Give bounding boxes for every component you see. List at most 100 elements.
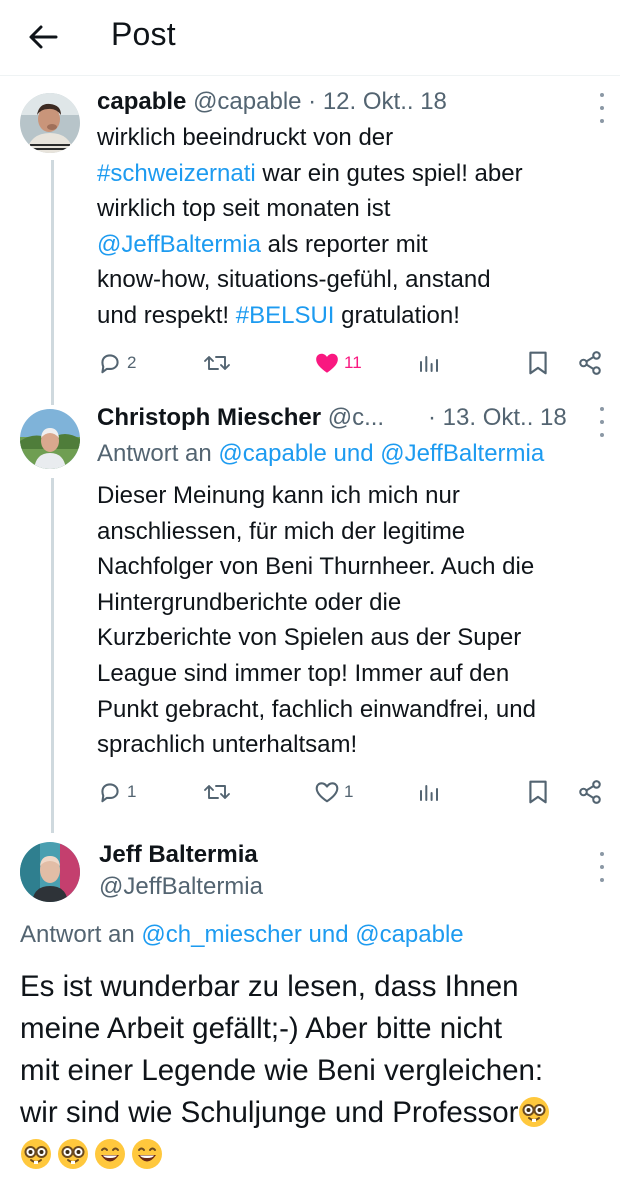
bookmark-button[interactable] [527, 776, 549, 808]
more-options-icon[interactable] [597, 93, 607, 123]
text-line: und respekt! #BELSUI gratulation! [97, 298, 612, 334]
tweet-date[interactable]: · 13. Okt.. 18 [428, 404, 567, 432]
text-segment: sprachlich unterhaltsam! [97, 731, 358, 759]
views-button[interactable] [417, 347, 441, 379]
text-segment: League sind immer top! Immer auf den [97, 659, 510, 687]
hashtag-link[interactable]: #BELSUI [236, 302, 335, 329]
reply-to-users[interactable]: @capable und @JeffBaltermia [218, 440, 544, 467]
tweet-header: capable @capable · 12. Okt.. 18 [97, 88, 447, 116]
bookmark-icon [529, 351, 547, 375]
user-handle[interactable]: @capable [193, 88, 301, 115]
tweet-date[interactable]: · 12. Okt.. 18 [308, 88, 447, 115]
heart-outline-icon [315, 782, 339, 803]
grinning-face-emoji [131, 1138, 163, 1170]
thread-line [51, 478, 54, 833]
text-line: Hintergrundberichte oder die [97, 585, 612, 621]
avatar[interactable] [20, 409, 80, 469]
main-tweet-text: Es ist wunderbar zu lesen, dass Ihnen me… [20, 966, 615, 1176]
text-segment: wirklich beeindruckt von der [97, 124, 394, 151]
nerd-face-emoji [57, 1138, 89, 1170]
text-segment: und respekt! [97, 301, 236, 329]
heart-filled-icon [316, 353, 338, 373]
text-segment: know-how, situations-gefühl, anstand [97, 266, 491, 294]
text-segment: Hintergrundberichte oder die [97, 588, 402, 616]
share-icon [579, 351, 601, 375]
text-segment: als reporter mit [260, 230, 428, 258]
text-segment: Dieser Meinung kann ich mich nur [97, 482, 460, 509]
text-segment: Nachfolger von Beni Thurnheer. Auch die [97, 553, 535, 581]
text-line: wirklich top seit monaten ist [97, 191, 612, 227]
reply-count: 2 [127, 353, 137, 372]
like-count: 1 [344, 782, 354, 801]
repost-icon [204, 785, 230, 799]
share-button[interactable] [577, 347, 603, 379]
repost-icon [204, 356, 230, 370]
grinning-face-emoji [94, 1138, 126, 1170]
display-name[interactable]: Christoph Miescher [97, 404, 321, 431]
text-line: wirklich beeindruckt von der [97, 120, 612, 156]
reply-icon [101, 783, 119, 803]
bar-chart-icon [420, 785, 438, 801]
reply-icon [101, 354, 119, 374]
reply-prefix: Antwort an [97, 440, 212, 467]
repost-button[interactable] [202, 776, 232, 808]
tweet-actions: 2 11 [97, 347, 607, 379]
tweet-text: Dieser Meinung kann ich mich nur anschlie… [97, 478, 612, 763]
tweet-actions: 1 1 [97, 776, 607, 808]
reply-button[interactable]: 1 [97, 776, 136, 808]
text-line: Punkt gebracht, fachlich einwandfrei, un… [97, 692, 612, 728]
top-bar: Post [0, 0, 620, 76]
display-name[interactable]: Jeff Baltermia [99, 841, 258, 869]
text-line: Dieser Meinung kann ich mich nur [97, 478, 612, 514]
more-options-icon[interactable] [597, 407, 607, 437]
user-handle[interactable]: @JeffBaltermia [99, 873, 263, 901]
text-line: wir sind wie Schuljunge und Professor [20, 1096, 519, 1129]
display-name[interactable]: capable [97, 88, 186, 115]
reply-prefix: Antwort an [20, 921, 135, 948]
text-line: meine Arbeit gefällt;-) Aber bitte nicht [20, 1012, 503, 1045]
avatar[interactable] [20, 93, 80, 153]
replying-to: Antwort an @ch_miescher und @capable [20, 921, 464, 949]
page-title: Post [111, 16, 176, 52]
bookmark-button[interactable] [527, 347, 549, 379]
reply-button[interactable]: 2 [97, 347, 136, 379]
views-button[interactable] [417, 776, 441, 808]
tweet-text: wirklich beeindruckt von der #schweizerna… [97, 120, 612, 334]
bookmark-icon [529, 780, 547, 804]
text-line: sprachlich unterhaltsam! [97, 727, 612, 763]
hashtag-link[interactable]: #schweizernati [97, 160, 256, 187]
text-line: #schweizernati war ein gutes spiel! aber [97, 156, 612, 192]
replying-to: Antwort an @capable und @JeffBaltermia [97, 440, 544, 468]
share-icon [579, 780, 601, 804]
repost-button[interactable] [202, 347, 232, 379]
more-options-icon[interactable] [597, 852, 607, 882]
thread-line [51, 160, 54, 405]
user-handle[interactable]: @c... [328, 404, 384, 431]
text-line: Es ist wunderbar zu lesen, dass Ihnen [20, 970, 519, 1003]
mention-link[interactable]: @JeffBaltermia [97, 231, 261, 258]
avatar[interactable] [20, 842, 80, 902]
text-line: Nachfolger von Beni Thurnheer. Auch die [97, 549, 612, 585]
like-count: 11 [344, 353, 362, 372]
text-line: @JeffBaltermia als reporter mit [97, 227, 612, 263]
nerd-face-emoji [20, 1138, 52, 1170]
arrow-left-icon [29, 25, 58, 49]
reply-to-users[interactable]: @ch_miescher und @capable [141, 921, 463, 948]
text-segment: gratulation! [334, 301, 460, 329]
like-button[interactable]: 1 [314, 776, 353, 808]
bar-chart-icon [420, 356, 438, 372]
text-line: League sind immer top! Immer auf den [97, 656, 612, 692]
text-line: mit einer Legende wie Beni vergleichen: [20, 1054, 544, 1087]
text-line: know-how, situations-gefühl, anstand [97, 262, 612, 298]
text-segment: Punkt gebracht, fachlich einwandfrei, un… [97, 695, 536, 723]
text-line: Kurzberichte von Spielen aus der Super [97, 620, 612, 656]
back-button[interactable] [26, 20, 60, 54]
like-button[interactable]: 11 [314, 347, 362, 379]
text-segment: Kurzberichte von Spielen aus der Super [97, 624, 522, 652]
text-segment: war ein gutes spiel! aber [255, 159, 523, 187]
text-segment: anschliessen, für mich der legitime [97, 517, 466, 545]
text-line: anschliessen, für mich der legitime [97, 514, 612, 550]
tweet-header: Christoph Miescher @c... [97, 404, 384, 432]
share-button[interactable] [577, 776, 603, 808]
reply-count: 1 [127, 782, 137, 801]
